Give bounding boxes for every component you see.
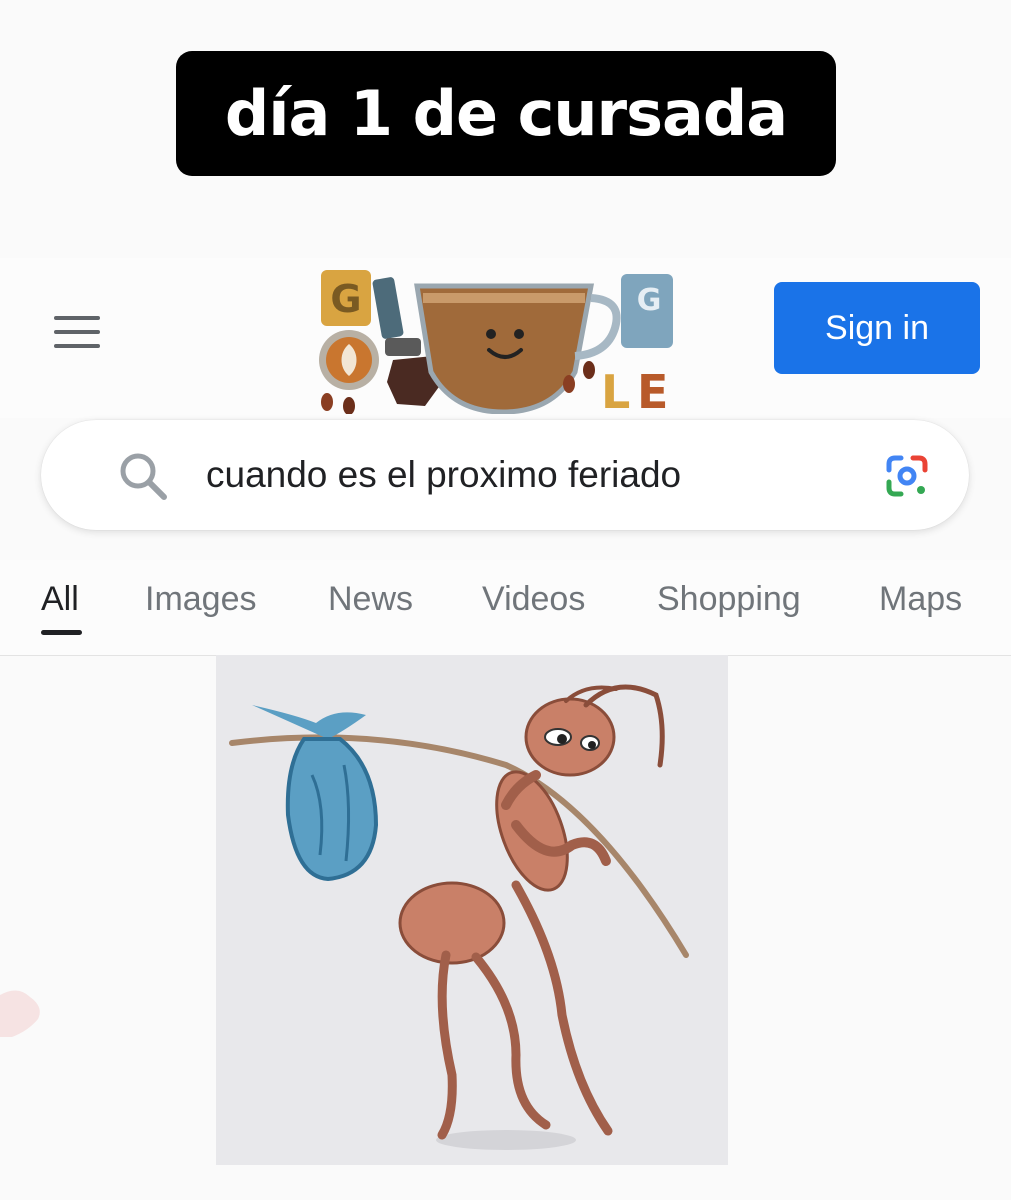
tab-images[interactable]: Images <box>145 580 257 619</box>
svg-text:G: G <box>637 283 662 318</box>
search-icon[interactable] <box>117 450 169 502</box>
tab-all[interactable]: All <box>41 580 79 619</box>
result-image[interactable] <box>216 655 728 1165</box>
google-lens-icon[interactable] <box>883 452 931 500</box>
ant-with-bindle-illustration <box>216 655 728 1165</box>
caption-text: día 1 de cursada <box>224 77 788 150</box>
google-coffee-doodle-logo[interactable]: G G L E <box>313 264 693 414</box>
tab-videos[interactable]: Videos <box>482 580 585 619</box>
heart-icon <box>0 990 40 1037</box>
hamburger-menu-icon[interactable] <box>54 316 100 348</box>
google-header: G G L E Sign in <box>0 258 1011 418</box>
tab-news[interactable]: News <box>328 580 413 619</box>
svg-text:G: G <box>330 277 361 321</box>
search-bar[interactable]: cuando es el proximo feriado <box>41 420 969 530</box>
meme-page: día 1 de cursada G G L E Sign in cuando … <box>0 0 1011 1200</box>
sign-in-button[interactable]: Sign in <box>774 282 980 374</box>
tab-maps[interactable]: Maps <box>879 580 962 619</box>
search-tabs: All Images News Videos Shopping Maps <box>0 560 1011 656</box>
svg-text:E: E <box>637 365 668 414</box>
search-input[interactable]: cuando es el proximo feriado <box>206 454 681 496</box>
meme-caption: día 1 de cursada <box>176 51 836 176</box>
active-tab-indicator <box>41 630 82 635</box>
tab-shopping[interactable]: Shopping <box>657 580 801 619</box>
svg-text:L: L <box>601 365 630 414</box>
